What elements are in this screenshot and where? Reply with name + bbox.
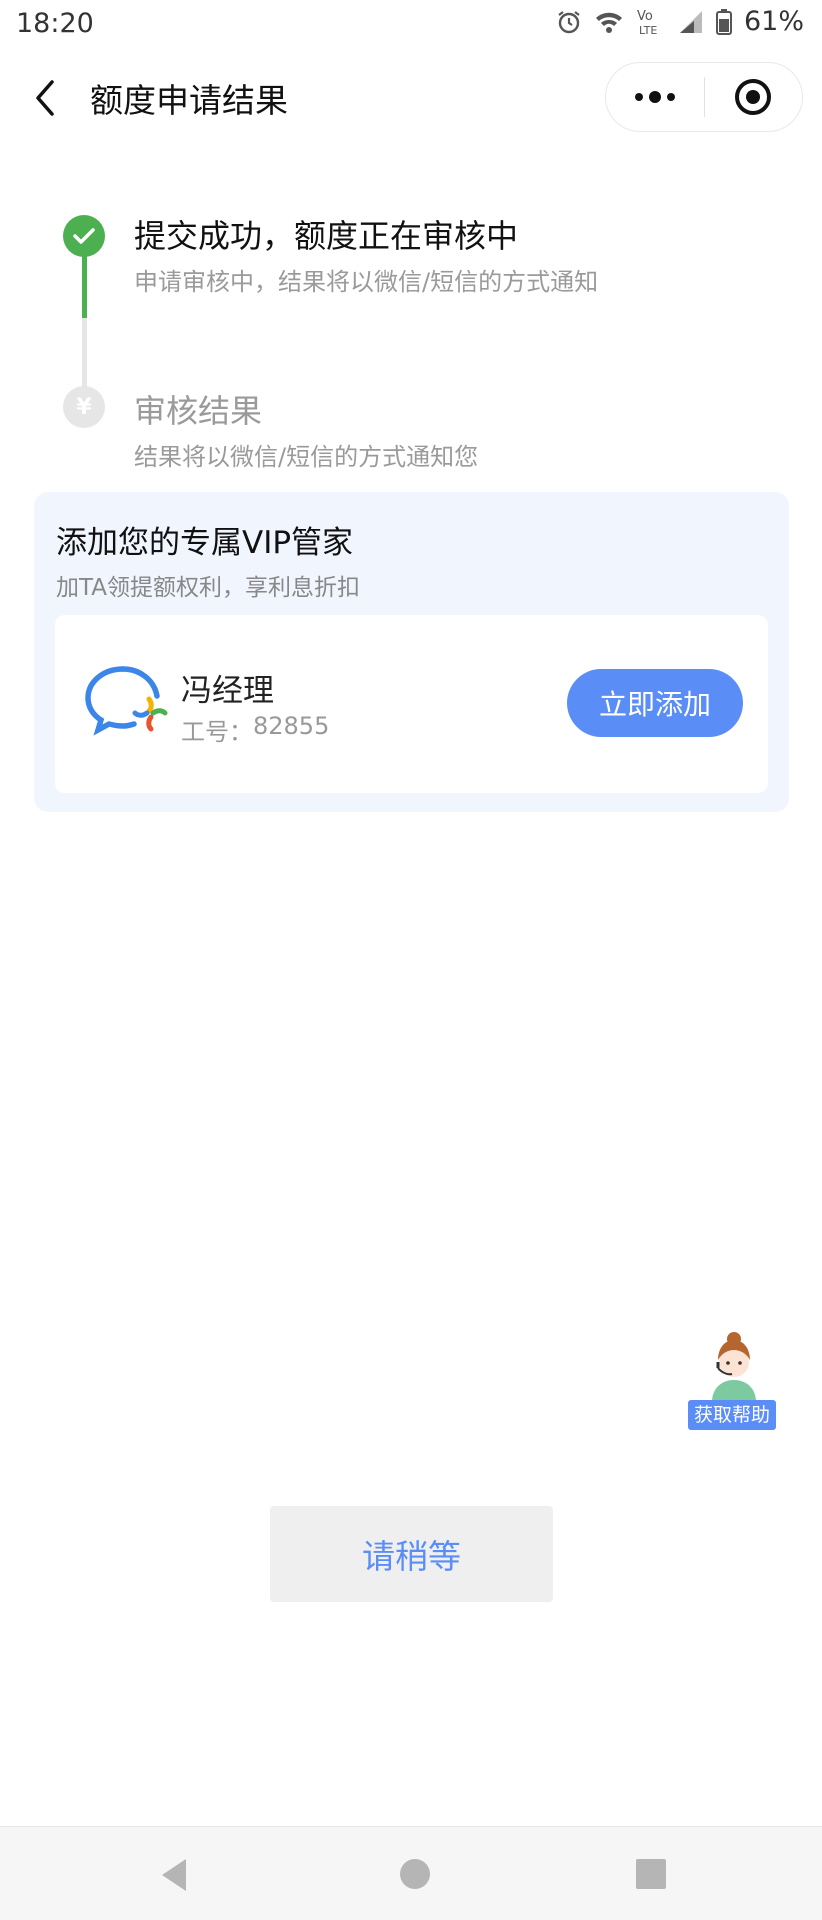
step-connector-pending xyxy=(82,318,87,390)
step-title: 审核结果 xyxy=(134,392,263,430)
nav-home-circle-icon[interactable] xyxy=(400,1859,430,1889)
get-help-float-button[interactable]: 获取帮助 xyxy=(688,1330,776,1432)
get-help-label: 获取帮助 xyxy=(688,1400,776,1430)
battery-icon xyxy=(715,8,732,35)
page-title: 额度申请结果 xyxy=(90,81,288,120)
wecom-logo-icon xyxy=(83,663,169,737)
manager-info: 冯经理 工号： 82855 立即添加 xyxy=(55,615,768,793)
nav-recent-square-icon[interactable] xyxy=(636,1859,666,1889)
android-nav-bar xyxy=(0,1826,822,1920)
status-time: 18:20 xyxy=(16,8,94,39)
manager-id-value: 82855 xyxy=(253,712,330,740)
manager-id: 工号： 82855 xyxy=(181,712,329,747)
check-icon xyxy=(63,215,105,257)
status-icons: Vo LTE 61% xyxy=(556,6,804,37)
svg-text:LTE: LTE xyxy=(639,24,657,37)
svg-text:Vo: Vo xyxy=(637,9,653,24)
add-now-button[interactable]: 立即添加 xyxy=(567,669,743,737)
wifi-icon xyxy=(594,9,624,35)
vip-title: 添加您的专属VIP管家 xyxy=(56,525,354,561)
status-bar: 18:20 Vo LTE 61% xyxy=(0,0,822,50)
customer-service-avatar-icon xyxy=(706,1330,762,1402)
step-description: 申请审核中，结果将以微信/短信的方式通知 xyxy=(134,268,599,296)
nav-back-triangle-icon[interactable] xyxy=(158,1857,190,1893)
close-miniprogram-button[interactable] xyxy=(705,63,803,131)
manager-id-label: 工号： xyxy=(181,718,253,746)
vip-subtitle: 加TA领提额权利，享利息折扣 xyxy=(56,575,360,601)
alarm-icon xyxy=(556,9,582,35)
step-connector-complete xyxy=(82,256,87,318)
more-button[interactable] xyxy=(606,63,704,131)
step-title: 提交成功，额度正在审核中 xyxy=(134,217,519,255)
more-dots-icon xyxy=(634,91,675,103)
miniprogram-capsule xyxy=(605,62,803,132)
yen-icon: ¥ xyxy=(63,386,105,428)
nav-bar: 额度申请结果 xyxy=(0,52,822,142)
signal-icon xyxy=(678,9,704,35)
battery-percent: 61% xyxy=(743,6,804,37)
back-arrow-icon[interactable] xyxy=(28,76,64,120)
vip-manager-card: 添加您的专属VIP管家 加TA领提额权利，享利息折扣 冯经理 工号： 82855… xyxy=(34,492,789,812)
please-wait-button[interactable]: 请稍等 xyxy=(270,1506,553,1602)
manager-name: 冯经理 xyxy=(181,673,274,709)
target-circle-icon xyxy=(735,79,772,115)
step-description: 结果将以微信/短信的方式通知您 xyxy=(134,443,479,471)
volte-icon: Vo LTE xyxy=(636,7,666,37)
